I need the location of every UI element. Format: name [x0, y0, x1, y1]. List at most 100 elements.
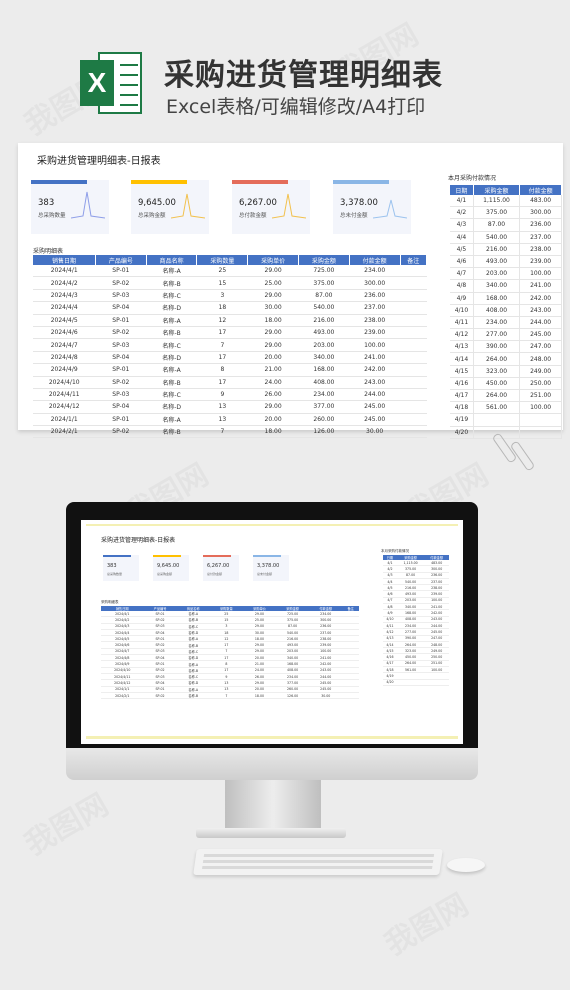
table-cell[interactable]: SP-01	[95, 265, 147, 278]
table-cell[interactable]: 340.00	[298, 351, 350, 365]
table-cell[interactable]: 15	[196, 276, 248, 290]
table-cell[interactable]: 4/17	[450, 389, 474, 403]
table-cell[interactable]: 4/4	[450, 231, 474, 244]
table-cell[interactable]: 87.00	[473, 218, 521, 232]
table-cell[interactable]: 4/15	[450, 365, 474, 378]
table-cell[interactable]: 234.00	[349, 265, 401, 278]
table-cell[interactable]: SP-04	[95, 400, 147, 414]
table-cell[interactable]: 名称-A	[146, 265, 197, 278]
table-cell[interactable]: 名称-A	[146, 314, 197, 327]
table-cell[interactable]	[400, 265, 427, 278]
table-cell[interactable]: 20.00	[247, 351, 299, 365]
table-cell[interactable]: 18.00	[247, 314, 299, 327]
table-cell[interactable]	[400, 301, 427, 315]
table-cell[interactable]: 236.00	[349, 289, 401, 303]
table-cell[interactable]: 17	[196, 326, 248, 340]
table-cell[interactable]: SP-04	[95, 351, 147, 365]
table-cell[interactable]: SP-02	[143, 692, 177, 700]
table-cell[interactable]: 4/11	[450, 316, 474, 330]
table-cell[interactable]: 234.00	[298, 388, 350, 402]
table-cell[interactable]: 18.00	[242, 692, 277, 700]
table-cell[interactable]	[400, 413, 427, 427]
table-cell[interactable]: 237.00	[519, 231, 562, 244]
table-cell[interactable]: 243.00	[519, 304, 562, 317]
table-cell[interactable]: 277.00	[473, 328, 521, 342]
table-cell[interactable]: 4/9	[450, 292, 474, 305]
table-cell[interactable]: 30.00	[247, 301, 299, 315]
table-cell[interactable]: 名称-C	[146, 289, 197, 303]
table-cell[interactable]: 493.00	[298, 326, 350, 340]
table-cell[interactable]	[400, 314, 427, 327]
table-cell[interactable]: SP-03	[95, 289, 147, 303]
table-cell[interactable]: 名称-A	[146, 413, 197, 427]
table-cell[interactable]	[424, 679, 449, 686]
table-cell[interactable]: SP-03	[95, 388, 147, 402]
table-cell[interactable]	[400, 326, 427, 340]
table-cell[interactable]: 21.00	[247, 363, 299, 377]
table-cell[interactable]: 375.00	[473, 206, 521, 220]
table-cell[interactable]	[400, 425, 427, 439]
table-cell[interactable]: 名称-D	[146, 400, 197, 414]
table-cell[interactable]: 名称-D	[146, 351, 197, 365]
table-cell[interactable]: 30.00	[349, 425, 401, 439]
table-cell[interactable]: SP-01	[95, 363, 147, 377]
table-cell[interactable]: 2024/4/10	[33, 376, 96, 389]
table-cell[interactable]: 203.00	[298, 338, 350, 352]
table-cell[interactable]	[400, 276, 427, 290]
table-cell[interactable]: 245.00	[349, 413, 401, 427]
table-cell[interactable]: 260.00	[298, 413, 350, 427]
table-cell[interactable]: 100.00	[349, 338, 401, 352]
table-cell[interactable]: 540.00	[473, 231, 521, 244]
table-cell[interactable]: 100.00	[519, 401, 562, 415]
table-cell[interactable]: 2024/4/6	[33, 326, 96, 340]
table-cell[interactable]: 2024/1/1	[33, 413, 96, 427]
table-cell[interactable]: 17	[196, 351, 248, 365]
table-cell[interactable]: 18	[196, 301, 248, 315]
table-cell[interactable]: 408.00	[473, 304, 521, 317]
table-cell[interactable]: 249.00	[519, 365, 562, 378]
table-cell[interactable]: SP-03	[95, 338, 147, 352]
table-cell[interactable]	[400, 363, 427, 377]
table-cell[interactable]: 408.00	[298, 376, 350, 389]
table-cell[interactable]: 245.00	[519, 328, 562, 342]
table-cell[interactable]: 名称-B	[146, 276, 197, 290]
table-cell[interactable]: 241.00	[519, 279, 562, 293]
table-cell[interactable]: 340.00	[473, 279, 521, 293]
table-cell[interactable]: 29.00	[247, 326, 299, 340]
table-cell[interactable]: 238.00	[519, 243, 562, 256]
table-cell[interactable]: 名称-B	[146, 425, 197, 439]
table-cell[interactable]: 13	[196, 400, 248, 414]
table-cell[interactable]: 2024/4/1	[33, 265, 96, 278]
table-cell[interactable]	[400, 400, 427, 414]
table-cell[interactable]: 25.00	[247, 276, 299, 290]
table-cell[interactable]: 4/1	[450, 195, 474, 208]
table-cell[interactable]: 243.00	[349, 376, 401, 389]
table-cell[interactable]: 7	[196, 425, 248, 439]
table-cell[interactable]: 7	[209, 692, 243, 700]
table-cell[interactable]: 375.00	[298, 276, 350, 290]
table-cell[interactable]: 29.00	[247, 400, 299, 414]
table-cell[interactable]: 244.00	[519, 316, 562, 330]
table-cell[interactable]: 2024/4/8	[33, 351, 96, 365]
table-cell[interactable]: 名称-A	[146, 363, 197, 377]
table-cell[interactable]	[400, 388, 427, 402]
table-cell[interactable]: 25	[196, 265, 248, 278]
table-cell[interactable]: SP-04	[95, 301, 147, 315]
table-cell[interactable]: 2024/4/11	[33, 388, 96, 402]
table-cell[interactable]: 2024/4/12	[33, 400, 96, 414]
table-cell[interactable]: 26.00	[247, 388, 299, 402]
table-cell[interactable]: 8	[196, 363, 248, 377]
table-cell[interactable]: 2024/2/1	[101, 692, 144, 700]
table-cell[interactable]: 264.00	[473, 352, 521, 366]
table-cell[interactable]: 13	[196, 413, 248, 427]
table-cell[interactable]: 2024/2/1	[33, 425, 96, 439]
table-cell[interactable]	[519, 426, 562, 439]
table-cell[interactable]	[400, 376, 427, 389]
table-cell[interactable]: 126.00	[298, 425, 350, 439]
table-cell[interactable]: 4/10	[450, 304, 474, 317]
table-cell[interactable]	[400, 289, 427, 303]
table-cell[interactable]: 87.00	[298, 289, 350, 303]
table-cell[interactable]: 4/18	[450, 401, 474, 415]
table-cell[interactable]: SP-02	[95, 425, 147, 439]
table-cell[interactable]: 483.00	[519, 195, 562, 208]
